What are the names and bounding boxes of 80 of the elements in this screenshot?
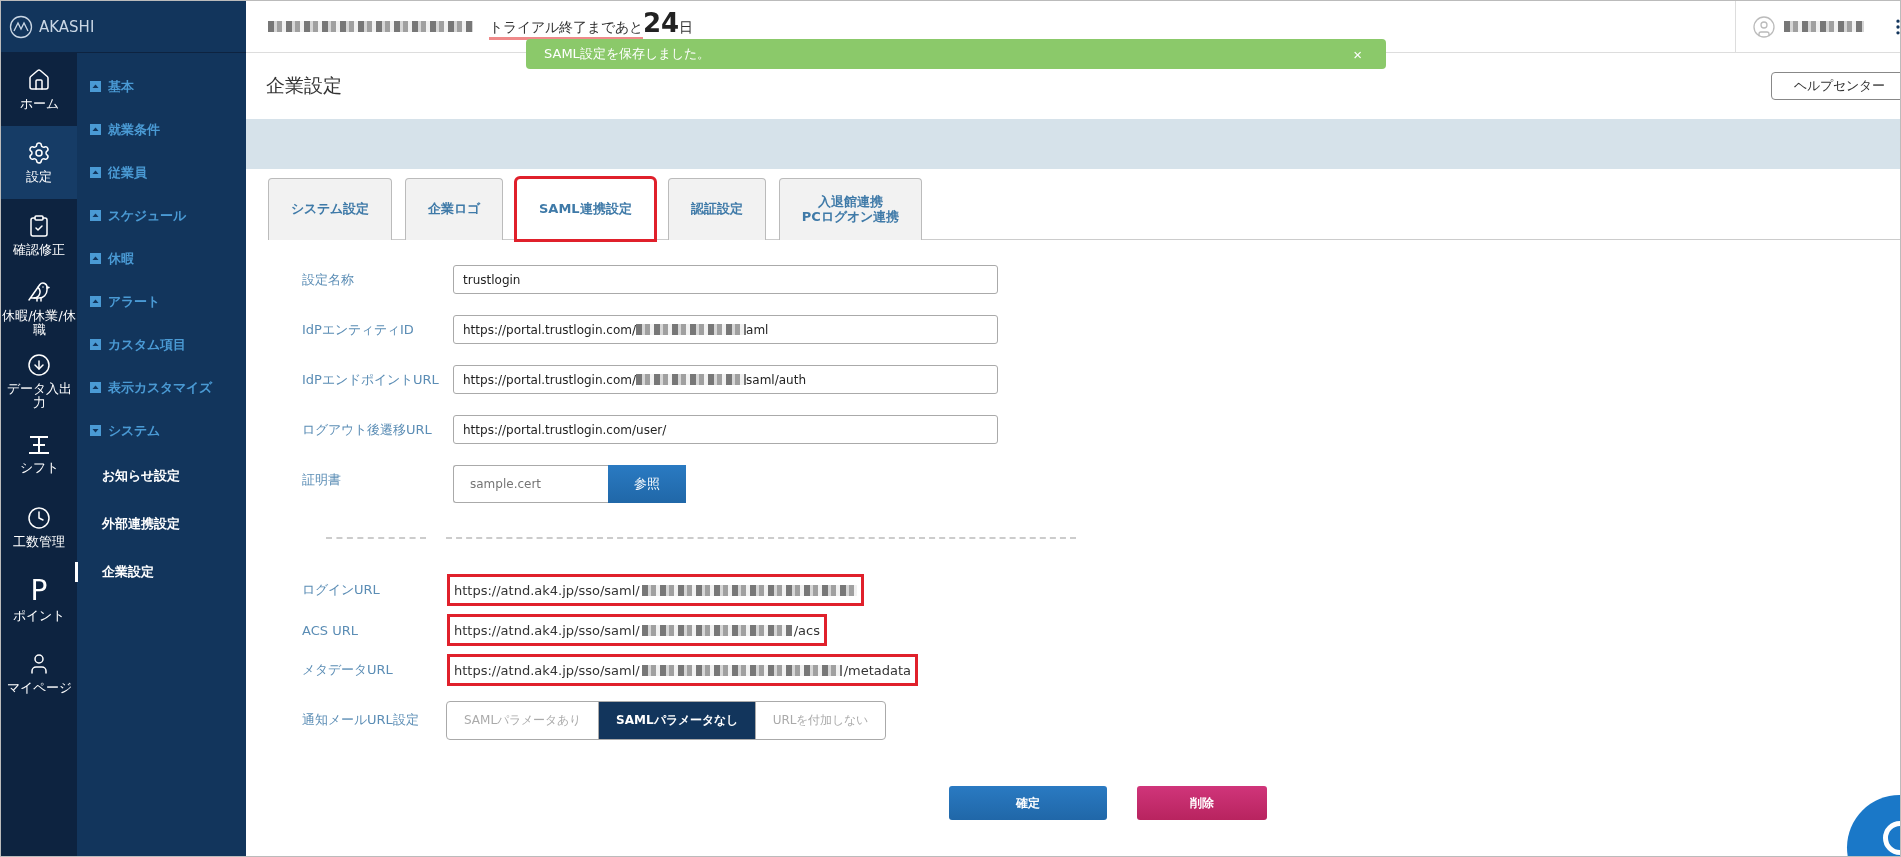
rail-label: 休暇/休業/休職 bbox=[1, 308, 77, 338]
url-value: https://atnd.ak4.jp/sso/saml/ /acs bbox=[447, 614, 827, 646]
menu-section[interactable]: 表示カスタマイズ bbox=[77, 366, 246, 409]
toast-message: SAML設定を保存しました。 bbox=[544, 45, 710, 63]
rail-label: マイページ bbox=[6, 680, 72, 696]
segment-option[interactable]: SAMLパラメータなし bbox=[598, 700, 756, 740]
input-field[interactable]: trustlogin bbox=[453, 265, 998, 294]
rail-item[interactable]: 設定 bbox=[1, 126, 77, 199]
menu-section-label: システム bbox=[108, 421, 160, 440]
rail-label: シフト bbox=[19, 460, 59, 476]
point-glyph: P bbox=[30, 577, 48, 604]
menu-section[interactable]: カスタム項目 bbox=[77, 323, 246, 366]
download-icon bbox=[27, 352, 51, 377]
menu-section[interactable]: スケジュール bbox=[77, 194, 246, 237]
menu-section-label: アラート bbox=[108, 292, 160, 311]
menu-section-label: 表示カスタマイズ bbox=[108, 378, 212, 397]
trial-days: 24 bbox=[643, 13, 680, 33]
tab[interactable]: SAML連携設定 bbox=[516, 178, 655, 240]
file-field[interactable]: sample.cert bbox=[453, 464, 608, 503]
menu-section-label: 休暇 bbox=[108, 249, 134, 268]
input-field[interactable]: https://portal.trustlogin.com/user/ bbox=[453, 415, 998, 444]
menu-section[interactable]: 休暇 bbox=[77, 237, 246, 280]
menu-section[interactable]: アラート bbox=[77, 280, 246, 323]
help-center-button[interactable]: ヘルプセンター bbox=[1771, 72, 1900, 100]
field-label: 設定名称 bbox=[302, 270, 355, 289]
tab[interactable]: 企業ロゴ bbox=[405, 178, 503, 240]
rail-item[interactable]: ホーム bbox=[1, 53, 77, 126]
rail-item[interactable]: 工数管理 bbox=[1, 491, 77, 564]
delete-button[interactable]: 削除 bbox=[1137, 786, 1267, 820]
trial-unit: 日 bbox=[679, 19, 694, 37]
rail-item[interactable]: P ポイント bbox=[1, 564, 77, 637]
shift-icon bbox=[27, 433, 51, 456]
submenu-item[interactable]: 外部連携設定 bbox=[77, 500, 246, 548]
brand-name: AKASHI bbox=[39, 17, 95, 36]
clipboard-check-icon bbox=[27, 213, 51, 238]
menu-section-label: 従業員 bbox=[108, 163, 147, 182]
tab[interactable]: システム設定 bbox=[268, 178, 392, 240]
field-label: IdPエンティティID bbox=[302, 320, 415, 339]
rail-label: 工数管理 bbox=[13, 534, 65, 550]
menu-section-label: カスタム項目 bbox=[108, 335, 186, 354]
url-value: https://atnd.ak4.jp/sso/saml/ /metadata bbox=[447, 654, 919, 686]
clock-icon bbox=[27, 505, 51, 530]
field-label: ログアウト後遷移URL bbox=[302, 420, 433, 439]
rail-item[interactable]: データ入出力 bbox=[1, 345, 77, 418]
tab[interactable]: 入退館連携 PCログオン連携 bbox=[778, 178, 922, 240]
url-label: ACS URL bbox=[302, 622, 359, 638]
field-label: 通知メールURL設定 bbox=[302, 711, 420, 729]
menu-section[interactable]: システム bbox=[77, 409, 246, 452]
home-icon bbox=[27, 67, 51, 92]
rail-item[interactable]: マイページ bbox=[1, 637, 77, 710]
bird-icon bbox=[27, 279, 51, 304]
menu-section-label: 就業条件 bbox=[108, 120, 160, 139]
menu-section-label: 基本 bbox=[108, 77, 134, 96]
input-field[interactable]: https://portal.trustlogin.com/ saml/auth bbox=[453, 365, 998, 394]
url-label: ログインURL bbox=[302, 581, 381, 599]
rail-label: データ入出力 bbox=[5, 381, 73, 411]
field-label: IdPエンドポイントURL bbox=[302, 370, 440, 389]
logo-icon bbox=[9, 14, 33, 39]
menu-section[interactable]: 基本 bbox=[77, 65, 246, 108]
menu-section[interactable]: 従業員 bbox=[77, 151, 246, 194]
url-value: https://atnd.ak4.jp/sso/saml/ bbox=[447, 574, 864, 606]
browse-button[interactable]: 参照 bbox=[608, 464, 686, 503]
confirm-button[interactable]: 確定 bbox=[949, 786, 1107, 820]
rail-item[interactable]: シフト bbox=[1, 418, 77, 491]
settings-icon bbox=[27, 140, 51, 165]
rail-label: 確認修正 bbox=[13, 242, 65, 258]
rail-label: ホーム bbox=[19, 96, 59, 112]
submenu-item[interactable]: お知らせ設定 bbox=[77, 452, 246, 500]
url-label: メタデータURL bbox=[302, 661, 394, 679]
page-title: 企業設定 bbox=[266, 73, 342, 98]
input-field[interactable]: https://portal.trustlogin.com/ aml bbox=[453, 315, 998, 344]
tab[interactable]: 認証設定 bbox=[667, 178, 766, 240]
menu-section-label: スケジュール bbox=[108, 206, 186, 225]
rail-item[interactable]: 確認修正 bbox=[1, 199, 77, 272]
rail-label: ポイント bbox=[13, 608, 65, 624]
menu-section[interactable]: 就業条件 bbox=[77, 108, 246, 151]
submenu-item[interactable]: 企業設定 bbox=[77, 548, 246, 596]
field-label: 証明書 bbox=[302, 470, 342, 489]
rail-label: 設定 bbox=[26, 169, 52, 185]
rail-item[interactable]: 休暇/休業/休職 bbox=[1, 272, 77, 345]
